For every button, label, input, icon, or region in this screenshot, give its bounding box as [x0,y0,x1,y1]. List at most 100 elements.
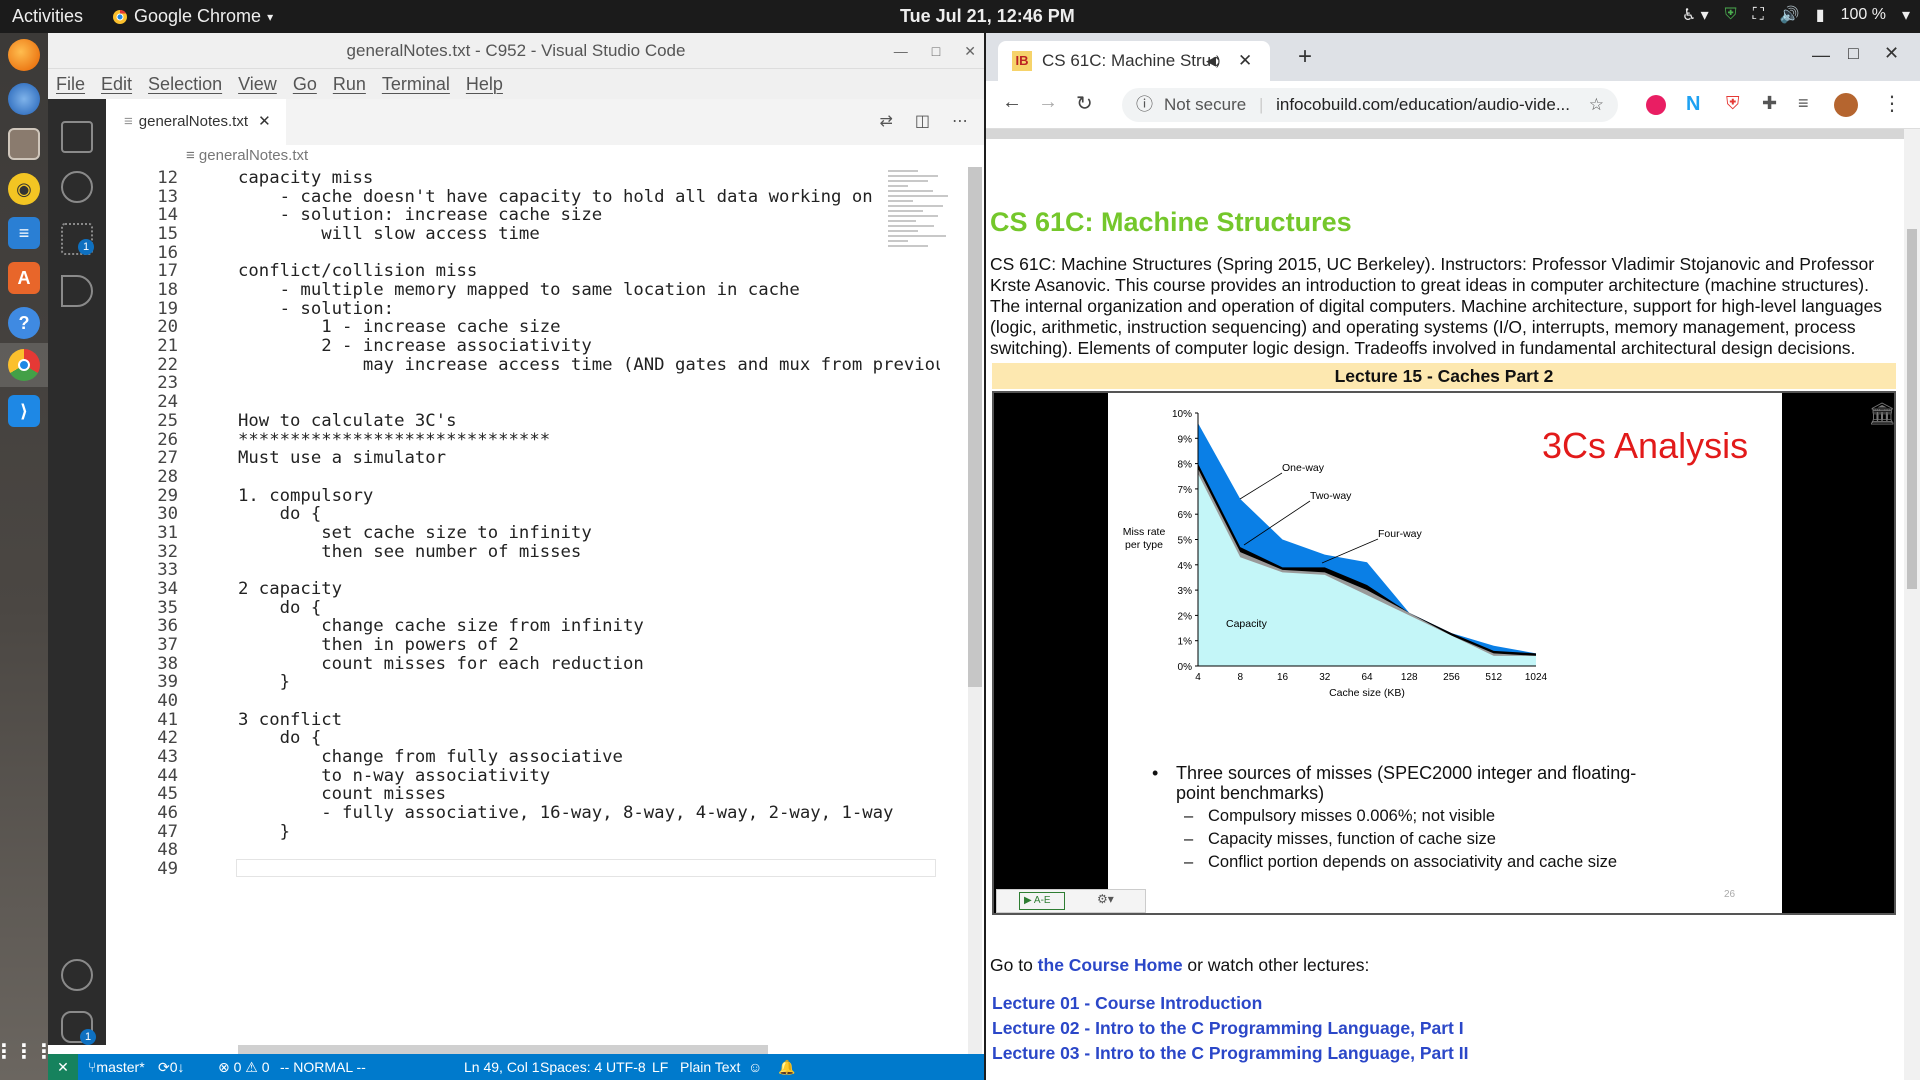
bullet-sub: – Compulsory misses 0.006%; not visible [1152,807,1672,826]
split-editor-icon[interactable]: ◫ [915,111,930,131]
dropdown-icon: ▾ [267,9,274,24]
menu-edit[interactable]: Edit [101,74,132,95]
lecture-link[interactable]: Lecture 01 - Course Introduction [990,994,1468,1013]
player-settings-icon[interactable]: ⚙▾ [1097,892,1114,906]
app-menu[interactable]: Google Chrome ▾ [112,6,273,27]
tab-generalnotes[interactable]: ≡ generalNotes.txt ✕ [106,99,286,145]
reload-icon[interactable]: ↻ [1076,91,1093,116]
clock[interactable]: Tue Jul 21, 12:46 PM [900,6,1075,27]
vscode-dock-icon[interactable]: ⟩ [8,395,40,427]
y-tick-label: 10% [1172,409,1192,420]
minimap[interactable] [888,167,960,287]
minimize-icon[interactable]: — [1812,45,1830,66]
back-icon[interactable]: ← [1002,91,1022,114]
extensions-puzzle-icon[interactable]: ✚ [1762,93,1777,114]
y-tick-label: 5% [1178,536,1193,547]
accounts-icon[interactable] [61,959,93,991]
encoding[interactable]: UTF-8 [606,1054,646,1080]
maximize-icon[interactable]: □ [932,33,940,69]
play-button[interactable]: ▶ A-E [1019,892,1065,910]
writer-icon[interactable]: ≡ [8,217,40,249]
menu-selection[interactable]: Selection [148,74,222,95]
tab-close-icon[interactable]: ✕ [1238,41,1252,81]
lecture-link[interactable]: Lecture 03 - Intro to the C Programming … [990,1044,1468,1063]
firefox-icon[interactable] [8,39,40,71]
remote-indicator[interactable]: ✕ [48,1054,78,1080]
editor-vertical-scrollbar[interactable] [968,167,982,1079]
end-of-line[interactable]: LF [652,1054,668,1080]
activities-button[interactable]: Activities [12,6,83,27]
new-tab-button[interactable]: + [1298,43,1312,71]
more-actions-icon[interactable]: ⋯ [952,111,968,131]
y-tick-label: 0% [1178,662,1193,673]
problems-indicator[interactable]: ⊗ 0 ⚠ 0 [218,1054,270,1080]
address-bar[interactable]: ⓘ Not secure | infocobuild.com/education… [1122,88,1618,122]
scrollbar-thumb[interactable] [1907,229,1917,589]
cursor-position[interactable]: Ln 49, Col 1 [464,1054,540,1080]
course-home-link[interactable]: the Course Home [1038,955,1183,975]
notifications-icon[interactable]: 🔔 [778,1054,795,1080]
code-editor[interactable]: 12 capacity miss 13 - cache doesn't have c… [106,167,940,1079]
menu-go[interactable]: Go [293,74,317,95]
bullet-sub-text: Compulsory misses 0.006%; not visible [1208,807,1496,825]
network-icon[interactable]: ⛶ [1753,6,1764,24]
menu-terminal[interactable]: Terminal [382,74,450,95]
git-branch[interactable]: ⑂ master* [88,1054,145,1080]
menu-view[interactable]: View [238,74,277,95]
breadcrumb[interactable]: ≡ generalNotes.txt [106,145,984,167]
forward-icon[interactable]: → [1038,91,1058,114]
minimize-icon[interactable]: — [894,33,908,69]
maximize-icon[interactable]: □ [1848,43,1859,64]
search-icon[interactable] [61,171,93,203]
git-sync[interactable]: ⟳ 0↓ 6↑ [158,1054,185,1080]
accessibility-icon[interactable]: ♿ ▾ [1682,5,1709,25]
language-mode[interactable]: Plain Text [680,1054,740,1080]
media-control-icon[interactable]: ≡ [1798,93,1809,114]
page-vertical-scrollbar[interactable] [1904,129,1920,1080]
menu-file[interactable]: File [56,74,85,95]
explorer-icon[interactable] [61,121,93,153]
files-icon[interactable] [8,128,40,160]
browser-tab[interactable]: IB CS 61C: Machine Struc ◀) ✕ [998,41,1270,81]
battery-icon[interactable]: ▮ [1816,5,1825,25]
player-controls[interactable]: ▶ A-E ⚙▾ [996,889,1146,913]
dock: ◉ ≡ A ? ⟩ ⋮⋮⋮ [0,33,54,1080]
bookmark-star-icon[interactable]: ☆ [1589,88,1604,122]
open-changes-icon[interactable]: ⇄ [879,111,892,131]
info-icon[interactable]: ⓘ [1136,88,1153,122]
bank-icon[interactable]: 🏛 [1868,401,1896,427]
scrollbar-thumb[interactable] [968,167,982,687]
show-applications-icon[interactable]: ⋮⋮⋮ [0,1035,54,1067]
run-debug-icon[interactable] [61,275,93,307]
menu-help[interactable]: Help [466,74,503,95]
extension-icon-1[interactable] [1646,95,1666,115]
shield-icon[interactable]: ⛨ [1725,6,1737,24]
security-label: Not secure [1164,95,1247,114]
chrome-menu-icon[interactable]: ⋮ [1882,91,1902,116]
tab-close-icon[interactable]: ✕ [258,113,271,130]
help-icon[interactable]: ? [8,307,40,339]
profile-avatar[interactable] [1834,93,1858,117]
extension-icon-2[interactable]: N [1686,93,1700,116]
extension-icon-3[interactable]: ⛨ [1726,93,1740,114]
rhythmbox-icon[interactable]: ◉ [8,173,40,205]
software-icon[interactable]: A [8,262,40,294]
system-tray[interactable]: ♿ ▾ ⛨ ⛶ 🔊 ▮ 100 % ▾ [1682,5,1910,25]
indentation[interactable]: Spaces: 4 [540,1054,602,1080]
slide-bullets: • Three sources of misses (SPEC2000 integ… [1152,763,1672,872]
feedback-icon[interactable]: ☺ [748,1054,762,1080]
chrome-dock-icon[interactable] [8,349,40,381]
lecture-link[interactable]: Lecture 02 - Intro to the C Programming … [990,1019,1468,1038]
power-menu-icon[interactable]: ▾ [1902,5,1910,25]
video-player[interactable]: 3Cs Analysis 0% 1% 2% 3% 4% 5% 6% 7% 8% 9% 10% 4 8 16… [992,391,1896,915]
branch-label: master* [96,1059,145,1075]
bullet-main-text: Three sources of misses (SPEC2000 intege… [1176,763,1637,803]
menu-run[interactable]: Run [333,74,366,95]
thunderbird-icon[interactable] [8,83,40,115]
speaker-icon[interactable]: ◀) [1206,41,1220,81]
volume-icon[interactable]: 🔊 [1780,5,1800,25]
close-window-icon[interactable]: ✕ [1884,43,1899,64]
close-icon[interactable]: ✕ [964,33,976,69]
dash: – [1184,853,1194,871]
bullet-main: • Three sources of misses (SPEC2000 integ… [1152,763,1672,803]
